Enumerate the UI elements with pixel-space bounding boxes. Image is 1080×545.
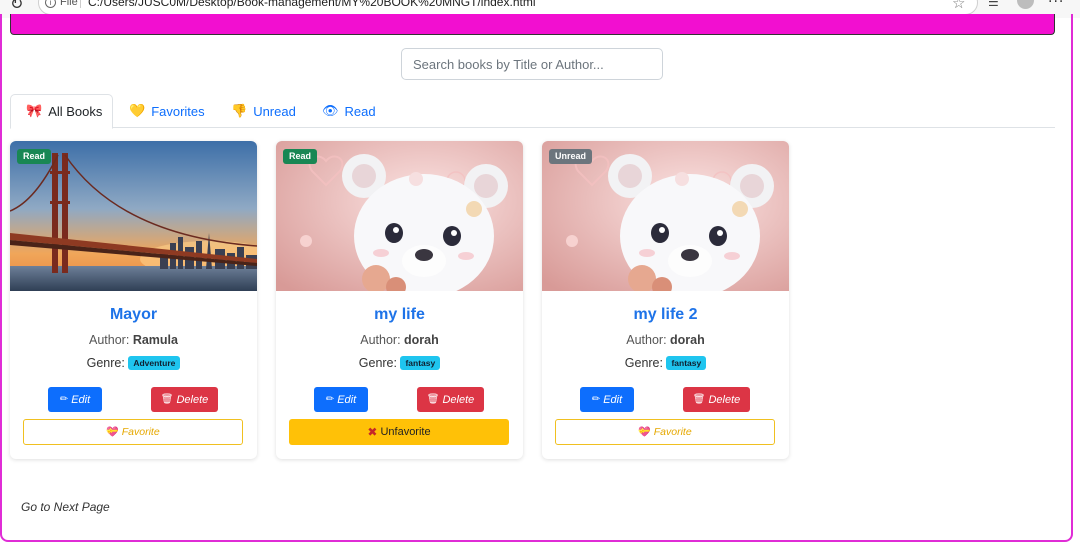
book-genre: Genre: Adventure [10,356,257,370]
book-author: Author: Ramula [10,333,257,347]
status-badge: Read [17,149,52,164]
author-name: Ramula [132,333,178,347]
favorite-label: Favorite [121,426,160,438]
delete-button[interactable]: 🗑 Delete [417,387,484,412]
tab-label: Read [344,103,376,119]
delete-button[interactable]: 🗑 Delete [683,387,750,412]
edit-label: Edit [71,393,91,406]
favorite-button[interactable]: 💝 Favorite [555,419,775,445]
author-name: dorah [670,333,705,347]
book-title: my life 2 [633,306,698,323]
delete-button[interactable]: 🗑 Delete [151,387,218,412]
tab-label: Favorites [151,103,205,119]
book-author: Author: dorah [542,333,789,347]
genre-badge: fantasy [400,356,441,370]
trash-icon: 🗑 [160,394,174,405]
delete-label: Delete [442,393,475,406]
book-author: Author: dorah [276,333,523,347]
author-label: Author: [89,333,130,347]
book-genre: Genre: fantasy [276,356,523,370]
tab-label: All Books [48,104,103,119]
reload-icon[interactable]: ↻ [10,0,23,13]
file-label: File [60,0,78,8]
book-title: my life [374,306,425,323]
book-card: Read Mayor Author: Ramula Genre: Adventu… [10,141,257,459]
genre-label: Genre: [86,356,125,370]
pencil-icon: ✏ [325,394,335,405]
tab-favorites[interactable]: 💛 Favorites [129,94,205,128]
heart-icon: 💝 [106,426,119,438]
eye-icon: 👁 [322,103,339,119]
trash-icon: 🗑 [426,394,440,405]
book-card: Read my life Author: dorah Genre: fantas… [276,141,523,459]
more-icon[interactable]: ··· [1048,0,1064,10]
heart-icon: 💛 [129,103,146,119]
bow-icon: 🎀 [26,104,43,119]
author-label: Author: [360,333,401,347]
favorites-bar-icon[interactable]: ☰ [988,0,999,9]
tab-unread[interactable]: 👎 Unread [231,94,296,128]
unfavorite-button[interactable]: ✖ Unfavorite [289,419,509,445]
pencil-icon: ✏ [591,394,601,405]
favorite-label: Favorite [653,426,692,438]
favorite-button[interactable]: 💝 Favorite [23,419,243,445]
tab-all-books[interactable]: 🎀 All Books [10,94,113,129]
delete-label: Delete [708,393,741,406]
genre-label: Genre: [358,356,397,370]
edit-label: Edit [603,393,623,406]
genre-badge: Adventure [128,356,181,370]
tab-label: Unread [253,103,296,119]
unfavorite-label: Unfavorite [380,426,431,438]
app-header-bar [10,14,1055,35]
heart-icon: 💝 [638,426,651,438]
trash-icon: 🗑 [692,394,706,405]
star-icon[interactable]: ☆ [952,0,965,12]
book-title: Mayor [109,306,158,323]
filter-tabs: 🎀 All Books 💛 Favorites 👎 Unread 👁 Read [10,94,1055,129]
book-genre: Genre: fantasy [542,356,789,370]
search-input[interactable] [401,48,663,80]
delete-label: Delete [176,393,209,406]
profile-avatar[interactable] [1017,0,1034,9]
edit-button[interactable]: ✏ Edit [580,387,634,412]
status-badge: Read [283,149,318,164]
url-text[interactable]: C:/Users/JUSC0M/Desktop/Book-management/… [88,0,536,9]
divider [80,0,81,8]
genre-badge: fantasy [666,356,707,370]
author-name: dorah [404,333,439,347]
thumbs-down-icon: 👎 [231,103,248,119]
edit-button[interactable]: ✏ Edit [314,387,368,412]
book-card: Unread my life 2 Author: dorah Genre: fa… [542,141,789,459]
edit-button[interactable]: ✏ Edit [48,387,102,412]
cross-mark-icon: ✖ [367,425,378,439]
pencil-icon: ✏ [59,394,69,405]
edit-label: Edit [337,393,357,406]
status-badge: Unread [549,149,593,164]
next-page-link[interactable]: Go to Next Page [21,500,110,514]
genre-label: Genre: [624,356,663,370]
tab-read[interactable]: 👁 Read [322,94,376,128]
author-label: Author: [626,333,667,347]
